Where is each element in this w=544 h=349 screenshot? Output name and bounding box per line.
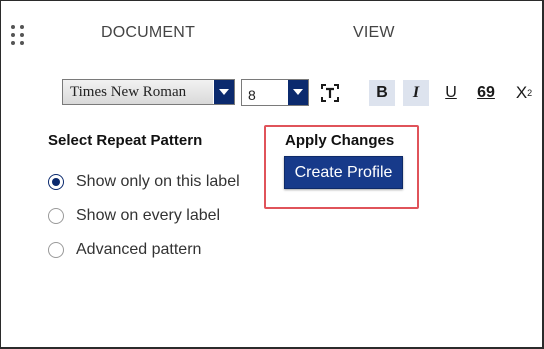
font-size-select[interactable]: 8 <box>241 79 309 106</box>
bold-button[interactable]: B <box>369 80 395 106</box>
radio-label: Show on every label <box>76 207 221 224</box>
italic-button[interactable]: I <box>403 80 429 106</box>
radio-button[interactable] <box>48 242 64 258</box>
radio-label: Show only on this label <box>76 173 240 190</box>
font-family-select[interactable]: Times New Roman <box>62 79 235 105</box>
repeat-pattern-title: Select Repeat Pattern <box>48 132 203 149</box>
radio-button[interactable] <box>48 208 64 224</box>
apply-changes-title: Apply Changes <box>285 132 395 149</box>
panel: DOCUMENT VIEW Times New Roman 8 B I U 69… <box>0 0 544 349</box>
radio-option-advanced[interactable]: Advanced pattern <box>48 241 201 259</box>
radio-option-every-label[interactable]: Show on every label <box>48 207 220 225</box>
chevron-down-icon[interactable] <box>287 80 308 105</box>
radio-button[interactable] <box>48 174 64 190</box>
underline-button[interactable]: U <box>438 80 464 106</box>
drag-handle-icon[interactable] <box>11 25 27 49</box>
text-box-icon <box>321 84 339 102</box>
subscript-suffix: 2 <box>527 88 533 98</box>
special-format-button[interactable]: 69 <box>471 80 501 106</box>
subscript-letter: X <box>515 83 528 102</box>
create-profile-button[interactable]: Create Profile <box>284 156 403 189</box>
text-box-button[interactable] <box>317 80 343 106</box>
tab-view[interactable]: VIEW <box>353 24 395 42</box>
font-family-value: Times New Roman <box>70 84 187 100</box>
font-size-value: 8 <box>248 87 256 103</box>
chevron-down-icon[interactable] <box>213 80 234 104</box>
subscript-button[interactable]: X2 <box>509 80 539 106</box>
tab-document[interactable]: DOCUMENT <box>101 24 195 42</box>
radio-option-this-label[interactable]: Show only on this label <box>48 173 240 191</box>
radio-label: Advanced pattern <box>76 241 202 258</box>
